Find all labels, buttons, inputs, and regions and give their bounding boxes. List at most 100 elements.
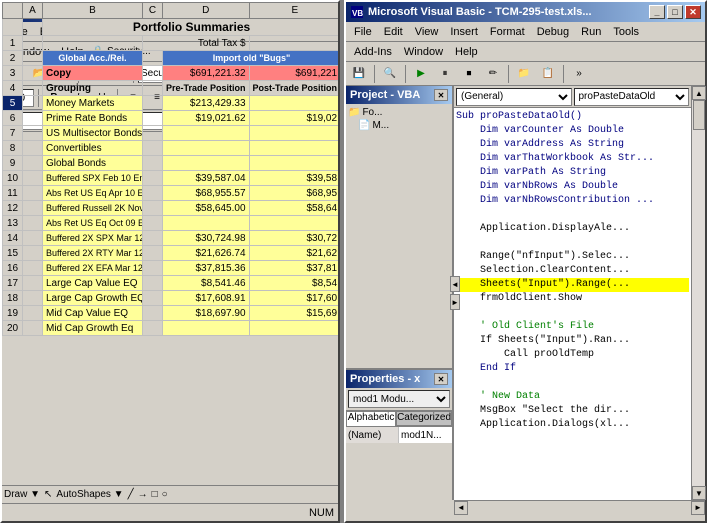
line-btn[interactable]: ╱ (128, 489, 134, 500)
prop-value-cell[interactable]: mod1N... (399, 427, 452, 443)
buff2x-spx-val2[interactable]: $30,72 (249, 231, 338, 246)
scroll-down-btn[interactable]: ▼ (692, 486, 706, 500)
tree-item-folder[interactable]: 📁 Fo... (348, 106, 450, 119)
col-header-d[interactable]: D (163, 3, 250, 19)
cell[interactable] (143, 291, 163, 306)
cell[interactable] (143, 186, 163, 201)
vba-menu-addins[interactable]: Add-Ins (348, 44, 398, 60)
abs-ret-val2[interactable]: $68,95 (249, 186, 338, 201)
buff2x-efa-val[interactable]: $37,815.36 (163, 261, 250, 276)
expand-left-btn[interactable]: ◄ (450, 276, 460, 292)
buff2x-spx-cell[interactable]: Buffered 2X SPX Mar 12 En Inv N... (43, 231, 143, 246)
large-cap-gr-val[interactable]: $17,608.91 (163, 291, 250, 306)
vba-menu-view[interactable]: View (409, 24, 445, 40)
vba-close-btn[interactable]: ✕ (685, 5, 701, 19)
col-header-c[interactable]: C (143, 3, 163, 19)
cell[interactable] (23, 246, 43, 261)
col-header-a[interactable]: A (23, 3, 43, 19)
cell[interactable] (23, 231, 43, 246)
cell[interactable] (163, 156, 250, 171)
abs-ret-cell[interactable]: Abs Ret US Eq Apr 10 En Inv Note (43, 186, 143, 201)
mid-cap-val-val2[interactable]: $15,69 (249, 306, 338, 321)
vba-run-btn[interactable]: ▶ (410, 64, 432, 84)
vba-menu-debug[interactable]: Debug (531, 24, 575, 40)
scroll-left-btn[interactable]: ◄ (454, 501, 468, 515)
vba-menu-insert[interactable]: Insert (444, 24, 484, 40)
cell[interactable] (143, 321, 163, 336)
autoshapes-btn[interactable]: AutoShapes ▼ (56, 489, 123, 500)
amount-e3[interactable]: $691,221 (249, 66, 338, 81)
cell[interactable] (249, 36, 338, 51)
cell[interactable] (163, 141, 250, 156)
cell[interactable] (143, 156, 163, 171)
buff2x-efa-val2[interactable]: $37,81 (249, 261, 338, 276)
copy-cell[interactable]: Copy (43, 66, 143, 81)
cell[interactable] (143, 141, 163, 156)
properties-object-select[interactable]: mod1 Modu... (348, 390, 450, 408)
vba-menu-help[interactable]: Help (449, 44, 484, 60)
general-dropdown[interactable]: (General) (456, 88, 572, 106)
oval-btn[interactable]: ○ (162, 489, 168, 500)
money-markets-val[interactable]: $213,429.33 (163, 96, 250, 111)
buff2x-rty-val2[interactable]: $21,62 (249, 246, 338, 261)
project-close-btn[interactable]: ✕ (434, 89, 448, 101)
cell[interactable] (43, 36, 143, 51)
scroll-thumb[interactable] (693, 100, 705, 130)
rect-btn[interactable]: □ (152, 489, 158, 500)
cell[interactable] (143, 306, 163, 321)
buffered-spx-cell[interactable]: Buffered SPX Feb 10 En Inv Note (43, 171, 143, 186)
scroll-right-btn[interactable]: ► (691, 501, 705, 515)
cell[interactable] (143, 231, 163, 246)
convertibles-cell[interactable]: Convertibles (43, 141, 143, 156)
cell[interactable] (23, 66, 43, 81)
col-header-e[interactable]: E (249, 3, 338, 19)
cell[interactable] (249, 156, 338, 171)
mid-cap-gr-cell[interactable]: Mid Cap Growth Eq (43, 321, 143, 336)
expand-right-btn[interactable]: ► (450, 294, 460, 310)
cell[interactable] (143, 126, 163, 141)
categorized-tab[interactable]: Categorized (396, 411, 452, 426)
vba-menu-tools[interactable]: Tools (607, 24, 645, 40)
prime-rate-val2[interactable]: $19,02 (249, 111, 338, 126)
mid-cap-val-cell[interactable]: Mid Cap Value EQ (43, 306, 143, 321)
alphabetic-tab[interactable]: Alphabetic (346, 411, 396, 426)
vba-minimize-btn[interactable]: _ (649, 5, 665, 19)
cell[interactable] (23, 186, 43, 201)
large-cap-gr-cell[interactable]: Large Cap Growth EQ (43, 291, 143, 306)
vba-menu-format[interactable]: Format (484, 24, 531, 40)
global-bonds-cell[interactable]: Global Bonds (43, 156, 143, 171)
properties-close-btn[interactable]: ✕ (434, 373, 448, 385)
cell[interactable] (163, 321, 250, 336)
large-cap-gr-val2[interactable]: $17,60 (249, 291, 338, 306)
amount-d3[interactable]: $691,221.32 (163, 66, 250, 81)
cell[interactable] (23, 306, 43, 321)
cell[interactable] (23, 51, 43, 66)
vba-menu-window[interactable]: Window (398, 44, 449, 60)
large-cap-val-val2[interactable]: $8,54 (249, 276, 338, 291)
cell[interactable] (23, 321, 43, 336)
cell[interactable] (23, 261, 43, 276)
vba-more-btn[interactable]: » (568, 64, 590, 84)
abs-ret-val[interactable]: $68,955.57 (163, 186, 250, 201)
cell[interactable] (143, 201, 163, 216)
cell[interactable] (23, 19, 43, 36)
cell[interactable] (143, 66, 163, 81)
buff2x-rty-val[interactable]: $21,626.74 (163, 246, 250, 261)
vba-menu-run[interactable]: Run (575, 24, 607, 40)
large-cap-val-val[interactable]: $8,541.46 (163, 276, 250, 291)
buff2x-spx-val[interactable]: $30,724.98 (163, 231, 250, 246)
cell[interactable] (249, 126, 338, 141)
cell[interactable] (23, 81, 43, 96)
scroll-up-btn[interactable]: ▲ (692, 86, 706, 100)
cell[interactable] (143, 216, 163, 231)
money-markets-cell[interactable]: Money Markets (43, 96, 143, 111)
arrow-btn[interactable]: → (138, 489, 148, 500)
cell[interactable] (163, 126, 250, 141)
vba-menu-file[interactable]: File (348, 24, 378, 40)
large-cap-val-cell[interactable]: Large Cap Value EQ (43, 276, 143, 291)
cell[interactable] (143, 261, 163, 276)
cell[interactable] (249, 141, 338, 156)
prime-rate-val[interactable]: $19,021.62 (163, 111, 250, 126)
prime-rate-cell[interactable]: Prime Rate Bonds (43, 111, 143, 126)
draw-arrow-btn[interactable]: ↖ (44, 489, 52, 500)
